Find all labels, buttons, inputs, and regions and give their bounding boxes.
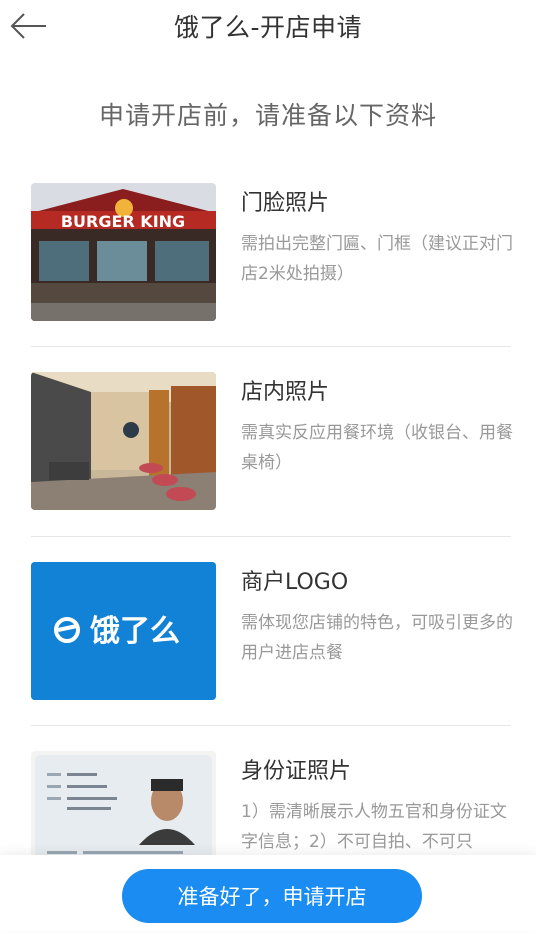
merchant-logo-thumbnail: 饿了么 (31, 562, 216, 700)
apply-open-store-button[interactable]: 准备好了，申请开店 (122, 869, 422, 923)
item-description: 需真实反应用餐环境（收银台、用餐桌椅） (241, 423, 513, 473)
divider (31, 536, 511, 537)
interior-photo-thumbnail (31, 372, 216, 510)
requirement-storefront-photo: BURGER KING 门脸照片 需拍出完整门匾、门框（建议正对门店2米处拍摄） (31, 183, 513, 373)
item-title: 门脸照片 (241, 191, 330, 216)
divider (31, 725, 511, 726)
header: 饿了么-开店申请 (0, 0, 536, 52)
item-description: 需体现您店铺的特色，可吸引更多的用户进店点餐 (241, 613, 513, 663)
item-title: 店内照片 (241, 380, 330, 405)
bottom-action-bar: 准备好了，申请开店 (0, 855, 536, 931)
storefront-photo-thumbnail: BURGER KING (31, 183, 216, 321)
divider (31, 346, 511, 347)
requirement-interior-photo: 店内照片 需真实反应用餐环境（收银台、用餐桌椅） (31, 372, 513, 562)
page-title: 饿了么-开店申请 (173, 13, 363, 42)
intro-subtitle: 申请开店前，请准备以下资料 (98, 101, 437, 130)
storefront-sign-text: BURGER KING (61, 212, 185, 231)
item-title: 身份证照片 (241, 759, 352, 784)
requirement-merchant-logo: 饿了么 商户LOGO 需体现您店铺的特色，可吸引更多的用户进店点餐 (31, 562, 513, 752)
item-description: 1）需清晰展示人物五官和身份证文字信息；2）不可自拍、不可只 (241, 802, 507, 852)
item-title: 商户LOGO (241, 570, 349, 595)
logo-text: 饿了么 (90, 614, 180, 649)
item-description: 需拍出完整门匾、门框（建议正对门店2米处拍摄） (241, 234, 513, 284)
